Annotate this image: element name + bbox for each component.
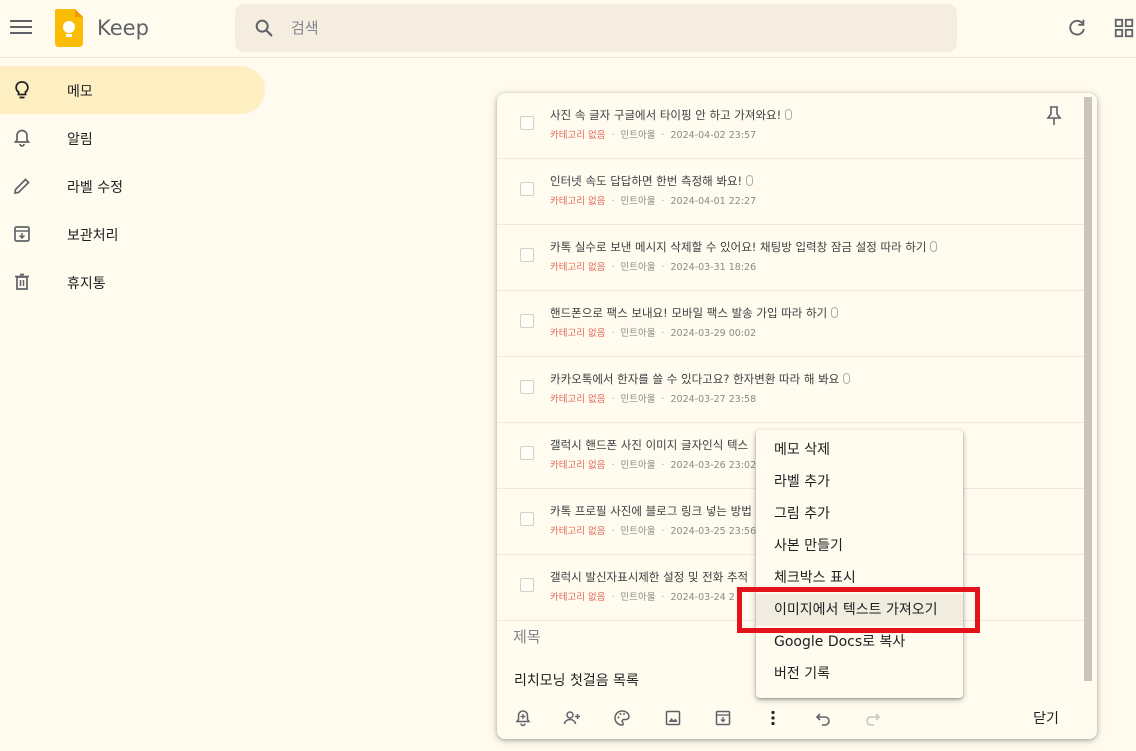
list-item[interactable]: 카톡 실수로 보낸 메시지 삭제할 수 있어요! 채팅방 입력창 잠금 설정 따… — [497, 225, 1085, 291]
menu-item-make-copy[interactable]: 사본 만들기 — [756, 530, 963, 562]
collaborator-icon[interactable] — [563, 709, 581, 727]
item-text[interactable]: 갤럭시 발신자표시제한 설정 및 전화 추적 — [550, 569, 748, 585]
item-checkbox[interactable] — [520, 578, 534, 592]
highlight-annotation-box — [737, 587, 980, 633]
menu-item-add-label[interactable]: 라벨 추가 — [756, 466, 963, 498]
sidebar-item-label: 휴지통 — [67, 276, 106, 292]
item-text[interactable]: 카톡 프로필 사진에 블로그 링크 넣는 방법 — [550, 503, 752, 519]
search-icon[interactable] — [253, 17, 275, 39]
pencil-icon — [13, 178, 30, 195]
close-button[interactable]: 닫기 — [1019, 706, 1073, 732]
pin-icon[interactable] — [1044, 105, 1064, 127]
sidebar: 메모 알림 라벨 수정 보관처리 휴지통 — [0, 66, 270, 306]
item-meta: 카테고리 없음 · 민트아울 · 2024-03-27 23:58 — [550, 394, 757, 405]
image-icon[interactable] — [664, 709, 682, 727]
item-meta: 카테고리 없음 · 민트아울 · 2024-03-31 18:26 — [550, 262, 757, 273]
archive-icon — [14, 226, 30, 242]
reminder-add-icon[interactable] — [514, 709, 532, 727]
menu-item-version-history[interactable]: 버전 기록 — [756, 658, 963, 690]
list-item[interactable]: 핸드폰으로 팩스 보내요! 모바일 팩스 발송 가입 따라 하기 카테고리 없음… — [497, 291, 1085, 357]
sidebar-item-archive[interactable]: 보관처리 — [0, 210, 265, 258]
more-options-menu: 메모 삭제 라벨 추가 그림 추가 사본 만들기 체크박스 표시 이미지에서 텍… — [756, 430, 963, 698]
app-title[interactable]: Keep — [97, 16, 149, 40]
sidebar-item-label: 알림 — [67, 132, 93, 148]
item-text[interactable]: 사진 속 글자 구글에서 타이핑 안 하고 가져와요! — [550, 107, 793, 123]
attachment-icon — [746, 175, 754, 186]
bell-icon — [13, 129, 31, 147]
menu-item-delete-note[interactable]: 메모 삭제 — [756, 434, 963, 466]
list-view-icon[interactable] — [1113, 17, 1135, 39]
trash-icon — [15, 273, 29, 290]
top-bar: Keep — [0, 0, 1136, 58]
sidebar-item-trash[interactable]: 휴지통 — [0, 258, 265, 306]
attachment-icon — [785, 109, 793, 120]
search-input[interactable] — [291, 16, 931, 40]
item-checkbox[interactable] — [520, 116, 534, 130]
main-menu-button[interactable] — [10, 17, 32, 39]
palette-icon[interactable] — [613, 709, 631, 727]
note-body[interactable]: 리치모닝 첫걸음 목록 — [514, 670, 639, 690]
archive-icon[interactable] — [714, 709, 732, 727]
sidebar-item-label: 메모 — [67, 84, 93, 100]
keep-logo-icon — [55, 9, 83, 47]
item-meta: 카테고리 없음 · 민트아울 · 2024-04-02 23:57 — [550, 130, 757, 141]
more-options-icon[interactable] — [764, 709, 782, 727]
item-text[interactable]: 갤럭시 핸드폰 사진 이미지 글자인식 텍스 — [550, 437, 748, 453]
scrollbar[interactable] — [1084, 97, 1092, 681]
item-meta: 카테고리 없음 · 민트아울 · 2024-03-29 00:02 — [550, 328, 757, 339]
sidebar-item-edit-labels[interactable]: 라벨 수정 — [0, 162, 265, 210]
attachment-icon — [843, 373, 851, 384]
sidebar-item-label: 보관처리 — [67, 228, 119, 244]
item-meta: 카테고리 없음 · 민트아울 · 2024-03-24 2 — [550, 592, 735, 603]
list-item[interactable]: 인터넷 속도 답답하면 한번 측정해 봐요! 카테고리 없음 · 민트아울 · 2024… — [497, 159, 1085, 225]
item-checkbox[interactable] — [520, 380, 534, 394]
item-meta: 카테고리 없음 · 민트아울 · 2024-04-01 22:27 — [550, 196, 757, 207]
item-meta: 카테고리 없음 · 민트아울 · 2024-03-26 23:02 — [550, 460, 757, 471]
menu-item-add-drawing[interactable]: 그림 추가 — [756, 498, 963, 530]
item-text[interactable]: 카카오톡에서 한자를 쓸 수 있다고요? 한자변환 따라 해 봐요 — [550, 371, 851, 387]
refresh-icon[interactable] — [1066, 17, 1088, 39]
item-text[interactable]: 인터넷 속도 답답하면 한번 측정해 봐요! — [550, 173, 754, 189]
search-bar[interactable] — [235, 4, 957, 52]
list-item[interactable]: 사진 속 글자 구글에서 타이핑 안 하고 가져와요! 카테고리 없음 · 민트아울… — [497, 93, 1085, 159]
attachment-icon — [930, 241, 938, 252]
lightbulb-icon — [15, 81, 29, 99]
item-meta: 카테고리 없음 · 민트아울 · 2024-03-25 23:56 — [550, 526, 757, 537]
attachment-icon — [831, 307, 839, 318]
sidebar-item-label: 라벨 수정 — [67, 180, 123, 196]
item-text[interactable]: 카톡 실수로 보낸 메시지 삭제할 수 있어요! 채팅방 입력창 잠금 설정 따… — [550, 239, 938, 255]
item-checkbox[interactable] — [520, 248, 534, 262]
item-text[interactable]: 핸드폰으로 팩스 보내요! 모바일 팩스 발송 가입 따라 하기 — [550, 305, 839, 321]
redo-icon[interactable] — [864, 709, 882, 727]
item-checkbox[interactable] — [520, 314, 534, 328]
list-item[interactable]: 카카오톡에서 한자를 쓸 수 있다고요? 한자변환 따라 해 봐요 카테고리 없… — [497, 357, 1085, 423]
sidebar-item-reminders[interactable]: 알림 — [0, 114, 265, 162]
item-checkbox[interactable] — [520, 182, 534, 196]
undo-icon[interactable] — [814, 709, 832, 727]
sidebar-item-notes[interactable]: 메모 — [0, 66, 265, 114]
item-checkbox[interactable] — [520, 446, 534, 460]
note-toolbar: 닫기 — [497, 699, 1097, 739]
item-checkbox[interactable] — [520, 512, 534, 526]
